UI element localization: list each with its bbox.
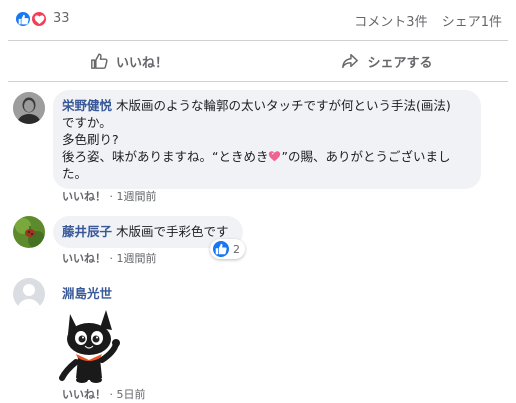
like-button[interactable]: いいね！ (0, 41, 258, 81)
share-count-link[interactable]: シェア1件 (442, 15, 502, 30)
comment-reaction-count: 2 (233, 242, 240, 256)
comment-count-link[interactable]: コメント3件 (354, 15, 427, 30)
stats-right: コメント3件 シェア1件 (344, 11, 502, 30)
comment-timestamp[interactable]: 1週間前 (117, 252, 157, 265)
comment-text: 木版画で手彩色です (116, 224, 229, 239)
avatar[interactable] (13, 278, 45, 310)
comment-text-line: 後ろ姿、味がありますね。“ときめき (62, 149, 269, 164)
comment-meta: いいね！ · 5日前 (62, 386, 146, 402)
meta-separator: · (109, 388, 114, 401)
comment-text-line: 多色刷り? (62, 132, 119, 147)
black-cat-sticker[interactable] (56, 308, 122, 384)
comment-author[interactable]: 淵島光世 (62, 286, 112, 301)
comment-text-line: ”の賜、ありがとうございまし (281, 149, 451, 164)
comment-author[interactable]: 藤井辰子 (62, 224, 112, 239)
post-action-bar: いいね！ シェアする (0, 41, 516, 81)
comment-text-line: 木版画のような輪郭の太いタッチですが何という手法(画法) (116, 98, 451, 113)
comment-author[interactable]: 栄野健悦 (62, 98, 112, 113)
comment-meta: いいね！ · 1週間前 (62, 250, 157, 266)
avatar[interactable] (13, 216, 45, 248)
sparkling-heart-icon (269, 151, 281, 162)
comment-timestamp[interactable]: 1週間前 (117, 190, 157, 203)
thumbs-up-icon (91, 53, 108, 69)
meta-separator: · (109, 190, 114, 203)
like-reaction-icon (213, 241, 229, 257)
meta-separator: · (109, 252, 114, 265)
like-button-label: いいね！ (115, 55, 168, 71)
comment-bubble: 淵島光世 (53, 278, 116, 302)
love-reaction-icon[interactable] (30, 10, 48, 28)
comment-reaction-pill[interactable]: 2 (210, 239, 245, 259)
comment-bubble: 栄野健悦 木版画のような輪郭の太いタッチですが何という手法(画法) ですか。 多色… (53, 90, 481, 189)
share-button-label: シェアする (367, 55, 433, 71)
comment-meta: いいね！ · 1週間前 (62, 188, 157, 204)
reaction-count[interactable]: 33 (53, 11, 70, 26)
avatar[interactable] (13, 92, 45, 124)
post-stats-bar: 33 コメント3件 シェア1件 (0, 0, 516, 40)
comment-like-link[interactable]: いいね！ (62, 190, 106, 203)
comment-like-link[interactable]: いいね！ (62, 388, 106, 401)
comment-like-link[interactable]: いいね！ (62, 252, 106, 265)
share-arrow-icon (342, 53, 359, 69)
comment-text-line: た。 (62, 166, 88, 181)
comment-text-line: ですか。 (62, 115, 112, 130)
like-reaction-icon[interactable] (14, 10, 32, 28)
comment-timestamp[interactable]: 5日前 (117, 388, 146, 401)
divider (8, 81, 508, 82)
share-button[interactable]: シェアする (258, 41, 516, 81)
